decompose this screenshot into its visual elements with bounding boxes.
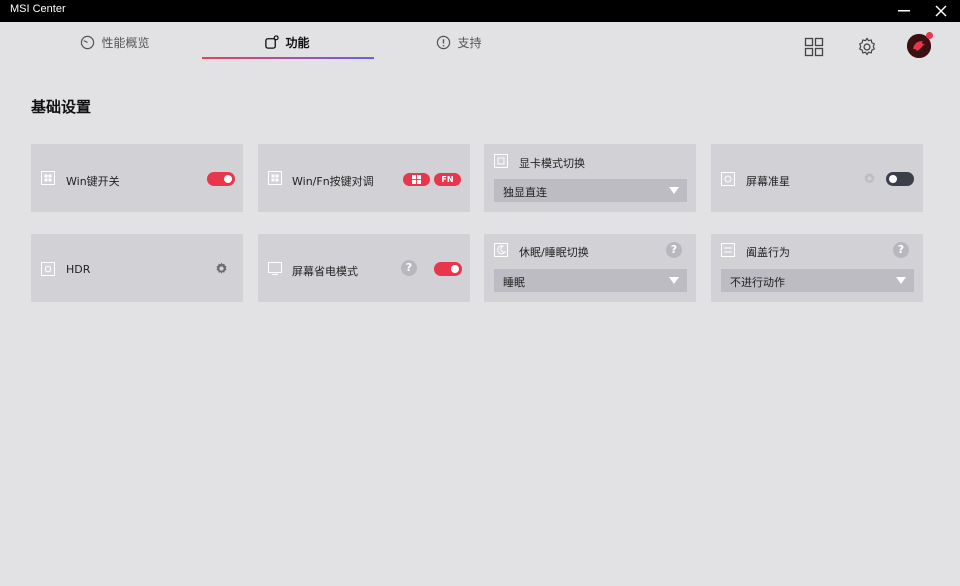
apps-button[interactable]: [803, 36, 825, 58]
settings-button[interactable]: [856, 36, 878, 58]
card-hdr: HDR: [31, 234, 243, 302]
gpu-mode-label: 显卡模式切换: [519, 157, 585, 170]
card-gpu-mode: 显卡模式切换 独显直连: [484, 144, 696, 212]
gpu-mode-select[interactable]: 独显直连: [494, 179, 687, 202]
sleep-icon: [494, 243, 508, 257]
screen-power-save-toggle[interactable]: [434, 262, 462, 276]
tab-support-label: 支持: [457, 35, 482, 50]
tab-features-label: 功能: [285, 35, 310, 50]
help-icon[interactable]: ?: [893, 242, 909, 258]
tab-features[interactable]: 功能: [232, 22, 342, 62]
screen-power-save-label: 屏幕省电模式: [292, 265, 358, 278]
fn-pill-button[interactable]: FN: [434, 173, 461, 186]
card-screen-power-save: 屏幕省电模式 ?: [258, 234, 470, 302]
screen-crosshair-toggle[interactable]: [886, 172, 914, 186]
window-title: MSI Center: [10, 3, 66, 15]
help-icon[interactable]: ?: [666, 242, 682, 258]
dropdown-arrow-icon: [669, 277, 679, 284]
section-title: 基础设置: [31, 98, 92, 116]
dropdown-arrow-icon: [896, 277, 906, 284]
laptop-lid-icon: [721, 243, 735, 257]
tab-overview[interactable]: 性能概览: [60, 22, 170, 62]
gear-icon: [859, 37, 875, 56]
help-icon[interactable]: ?: [401, 260, 417, 276]
grid-icon: [804, 37, 824, 57]
win-key-toggle[interactable]: [207, 172, 235, 186]
feature-icon: [265, 34, 280, 49]
win-pill-button[interactable]: [403, 173, 430, 186]
app-window: MSI Center 性能概览 功能 支持 基础设置 Win键开关 Win/Fn…: [0, 0, 960, 586]
card-sleep-mode: 休眠/睡眠切换 ? 睡眠: [484, 234, 696, 302]
tab-overview-label: 性能概览: [101, 35, 150, 50]
gauge-icon: [81, 35, 95, 49]
gear-icon[interactable]: [214, 261, 229, 276]
sleep-mode-value: 睡眠: [503, 276, 525, 289]
support-icon: [437, 35, 451, 49]
windows-logo-icon: [412, 175, 421, 184]
lid-action-value: 不进行动作: [730, 276, 785, 289]
dropdown-arrow-icon: [669, 187, 679, 194]
gear-icon[interactable]: [862, 171, 877, 186]
user-avatar[interactable]: [907, 32, 933, 58]
crosshair-icon: [721, 172, 735, 186]
windows-key-icon: [41, 171, 55, 185]
sleep-mode-label: 休眠/睡眠切换: [519, 246, 589, 259]
lid-action-select[interactable]: 不进行动作: [721, 269, 914, 292]
card-lid-action: 阖盖行为 ? 不进行动作: [711, 234, 923, 302]
notification-dot: [926, 32, 933, 39]
hdr-label: HDR: [66, 263, 91, 276]
sleep-mode-select[interactable]: 睡眠: [494, 269, 687, 292]
lid-action-label: 阖盖行为: [746, 246, 790, 259]
close-icon: [935, 5, 947, 17]
monitor-icon: [268, 262, 282, 275]
minimize-button[interactable]: [889, 0, 919, 22]
minimize-icon: [898, 10, 910, 12]
screen-crosshair-label: 屏幕准星: [746, 175, 790, 188]
card-screen-crosshair: 屏幕准星: [711, 144, 923, 212]
hdr-icon: [41, 262, 55, 276]
close-button[interactable]: [926, 0, 956, 22]
win-key-label: Win键开关: [66, 175, 120, 188]
title-bar: MSI Center: [0, 0, 960, 22]
display-mode-icon: [494, 154, 508, 168]
gpu-mode-value: 独显直连: [503, 186, 547, 199]
active-tab-indicator: [202, 57, 374, 59]
win-fn-swap-label: Win/Fn按键对调: [292, 175, 374, 188]
card-win-key: Win键开关: [31, 144, 243, 212]
tab-support[interactable]: 支持: [404, 22, 514, 62]
card-win-fn-swap: Win/Fn按键对调 FN: [258, 144, 470, 212]
windows-key-icon: [268, 171, 282, 185]
